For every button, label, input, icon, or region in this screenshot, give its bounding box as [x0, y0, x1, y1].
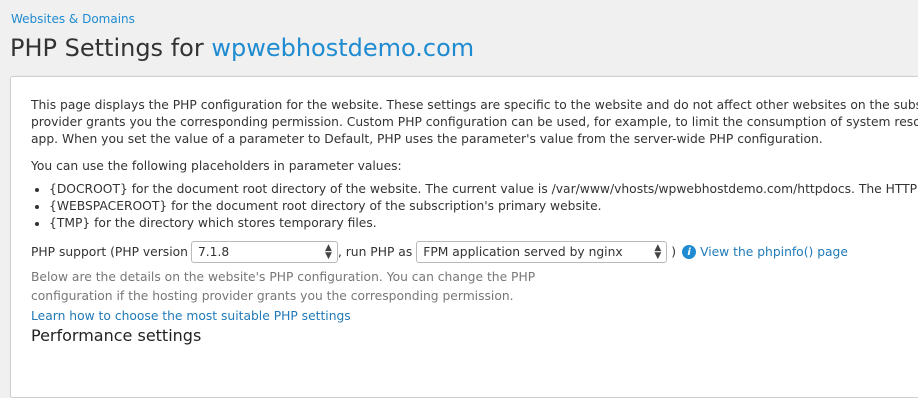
- select-arrows-icon: ▲ ▼: [325, 243, 332, 261]
- page-title-prefix: PHP Settings for: [10, 34, 204, 62]
- php-version-value: 7.1.8: [197, 244, 230, 259]
- info-icon: i: [682, 245, 697, 259]
- page-title-domain: wpwebhostdemo.com: [211, 34, 475, 62]
- learn-php-settings-link[interactable]: Learn how to choose the most suitable PH…: [31, 308, 918, 325]
- settings-content: This page displays the PHP configuration…: [31, 97, 918, 344]
- php-handler-value: FPM application served by nginx: [423, 244, 623, 259]
- details-line: configuration if the hosting provider gr…: [31, 289, 514, 303]
- intro-text: This page displays the PHP configuration…: [31, 97, 918, 148]
- details-line: Below are the details on the website's P…: [31, 270, 536, 284]
- placeholders-intro: You can use the following placeholders i…: [31, 159, 402, 173]
- intro-line: provider grants you the corresponding pe…: [31, 115, 918, 129]
- placeholder-item-docroot: {DOCROOT} for the document root director…: [49, 181, 918, 198]
- placeholder-item-tmp: {TMP} for the directory which stores tem…: [49, 215, 918, 232]
- select-arrows-icon: ▲ ▼: [654, 243, 662, 261]
- run-php-as-label: , run PHP as: [337, 244, 413, 259]
- phpinfo-link[interactable]: View the phpinfo() page: [700, 244, 848, 261]
- php-support-row: PHP support (PHP version 7.1.8 ▲ ▼ , run …: [31, 239, 918, 265]
- php-support-label: PHP support (PHP version: [31, 244, 188, 259]
- intro-line: app. When you set the value of a paramet…: [31, 132, 823, 146]
- placeholders-list: {DOCROOT} for the document root director…: [31, 181, 918, 232]
- intro-line: This page displays the PHP configuration…: [31, 98, 918, 112]
- breadcrumb-websites-domains[interactable]: Websites & Domains: [11, 12, 135, 26]
- page-title: PHP Settings for wpwebhostdemo.com: [10, 34, 474, 62]
- php-handler-select[interactable]: FPM application served by nginx ▲ ▼: [416, 241, 668, 263]
- performance-settings-heading: Performance settings: [31, 326, 202, 345]
- php-version-select[interactable]: 7.1.8 ▲ ▼: [190, 241, 338, 263]
- php-details-text: Below are the details on the website's P…: [31, 268, 918, 306]
- closing-paren: ): [671, 244, 677, 259]
- placeholder-item-webspaceroot: {WEBSPACEROOT} for the document root dir…: [49, 198, 918, 215]
